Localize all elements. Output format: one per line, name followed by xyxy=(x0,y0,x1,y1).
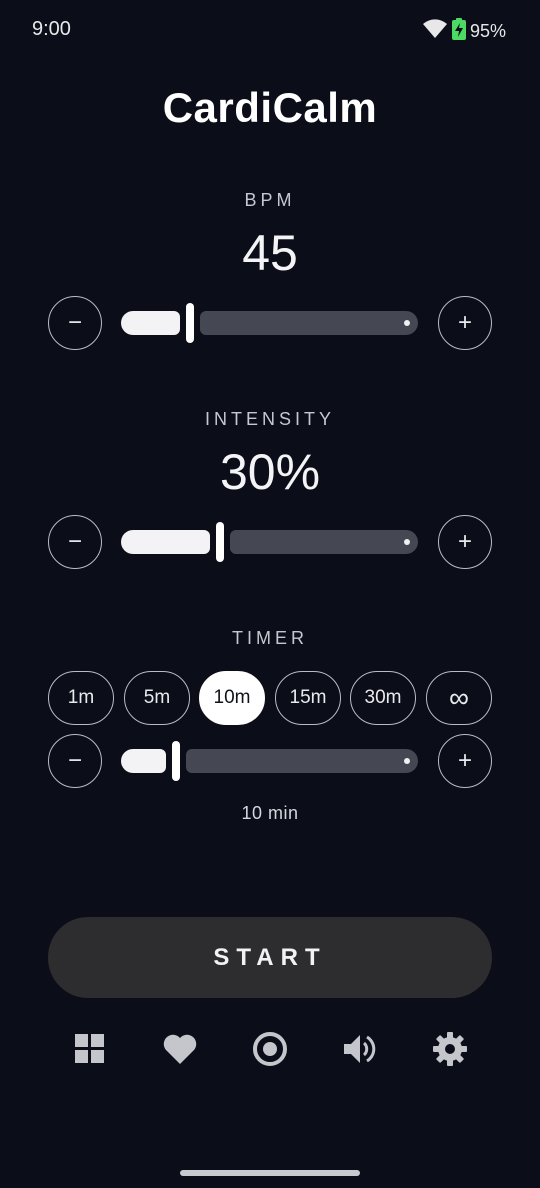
bpm-slider-thumb[interactable] xyxy=(186,303,194,343)
bpm-decrement-button[interactable]: − xyxy=(48,296,102,350)
intensity-decrement-button[interactable]: − xyxy=(48,515,102,569)
bpm-value: 45 xyxy=(242,225,298,281)
bpm-label: BPM xyxy=(244,190,296,210)
heart-icon[interactable] xyxy=(159,1028,201,1070)
bpm-increment-button[interactable]: + xyxy=(438,296,492,350)
timer-slider[interactable] xyxy=(121,741,418,781)
timer-preset-10m[interactable]: 10m xyxy=(199,671,265,725)
timer-preset-15m[interactable]: 15m xyxy=(275,671,341,725)
home-indicator[interactable] xyxy=(180,1170,360,1176)
bpm-slider[interactable] xyxy=(121,303,418,343)
timer-preset-5m[interactable]: 5m xyxy=(124,671,190,725)
intensity-increment-button[interactable]: + xyxy=(438,515,492,569)
bpm-slider-track[interactable] xyxy=(200,311,418,335)
target-icon[interactable] xyxy=(249,1028,291,1070)
timer-preset-infinite[interactable]: ∞ xyxy=(426,671,492,725)
settings-icon[interactable] xyxy=(429,1028,471,1070)
status-time: 9:00 xyxy=(32,18,71,40)
intensity-slider[interactable] xyxy=(121,522,418,562)
intensity-slider-thumb[interactable] xyxy=(216,522,224,562)
intensity-slider-end-dot xyxy=(404,539,410,545)
timer-label: TIMER xyxy=(232,628,308,648)
bpm-slider-end-dot xyxy=(404,320,410,326)
timer-readout: 10 min xyxy=(241,803,299,823)
intensity-slider-track[interactable] xyxy=(230,530,418,554)
timer-slider-end-dot xyxy=(404,758,410,764)
timer-decrement-button[interactable]: − xyxy=(48,734,102,788)
battery-charging-icon xyxy=(451,18,466,45)
timer-preset-30m[interactable]: 30m xyxy=(350,671,416,725)
wifi-icon xyxy=(422,18,448,45)
timer-preset-1m[interactable]: 1m xyxy=(48,671,114,725)
status-indicators: 95% xyxy=(422,18,506,45)
start-button[interactable]: START xyxy=(48,917,492,998)
app-title: CardiCalm xyxy=(162,84,378,131)
dashboard-icon[interactable] xyxy=(69,1028,111,1070)
intensity-label: INTENSITY xyxy=(204,409,335,429)
app-screen: 9:00 95% CardiCalm BPM 45 − + INTENSITY … xyxy=(0,0,540,1188)
timer-slider-thumb[interactable] xyxy=(172,741,180,781)
status-bar: 9:00 95% xyxy=(0,0,540,60)
intensity-slider-fill xyxy=(121,530,210,554)
volume-icon[interactable] xyxy=(339,1028,381,1070)
timer-slider-fill xyxy=(121,749,166,773)
intensity-value: 30% xyxy=(219,444,321,500)
timer-increment-button[interactable]: + xyxy=(438,734,492,788)
bpm-slider-fill xyxy=(121,311,180,335)
battery-percent: 95% xyxy=(469,21,506,41)
timer-slider-track[interactable] xyxy=(186,749,418,773)
